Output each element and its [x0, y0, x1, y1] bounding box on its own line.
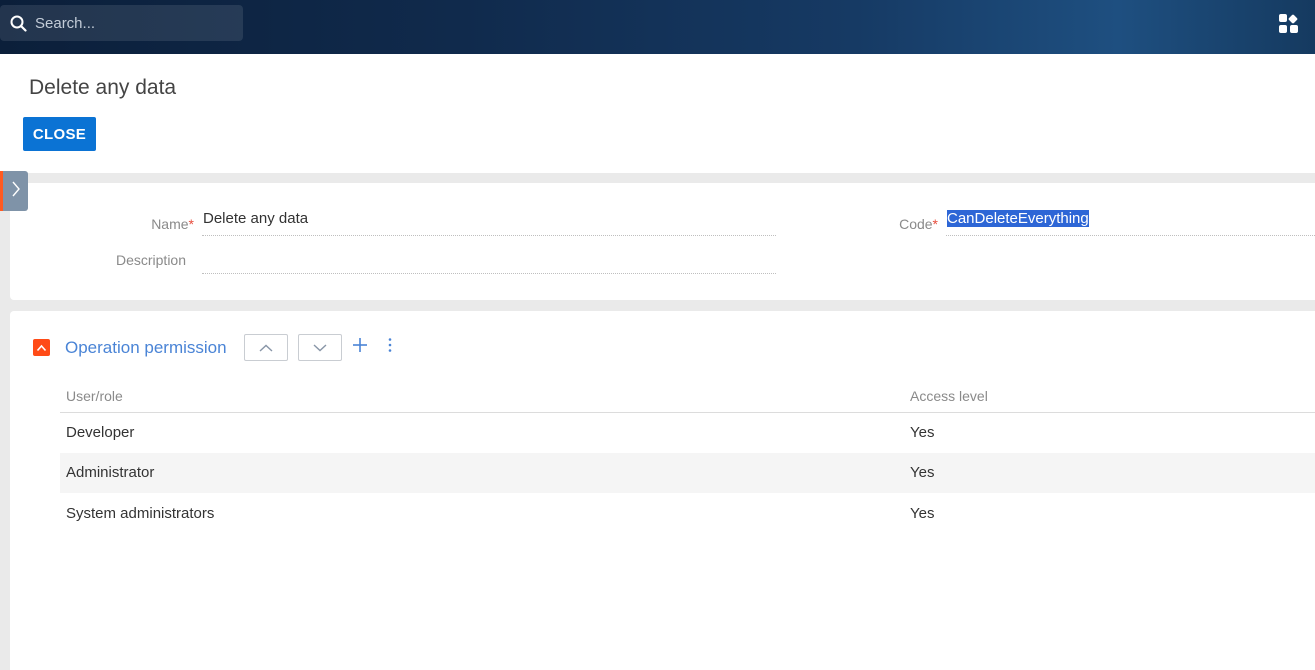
chevron-up-icon	[259, 339, 273, 357]
name-label: Name*	[151, 216, 194, 232]
search-icon	[10, 15, 27, 32]
search-input[interactable]	[35, 14, 225, 32]
cell-user: Developer	[66, 424, 135, 441]
cell-access: Yes	[910, 464, 935, 481]
more-actions-button[interactable]	[384, 337, 396, 358]
name-field[interactable]: Delete any data	[202, 206, 776, 236]
collapse-detail-button[interactable]	[33, 339, 50, 356]
operation-permission-detail: Operation permission User/role Access le…	[10, 311, 1315, 670]
column-access-level[interactable]: Access level	[910, 388, 988, 404]
page-header: Delete any data CLOSE	[0, 54, 1315, 173]
page-title: Delete any data	[29, 76, 177, 99]
table-row[interactable]: System administrators Yes	[60, 494, 1315, 534]
grid-header: User/role Access level	[60, 384, 1315, 413]
main-fields-card: Name* Delete any data Description Code* …	[10, 183, 1315, 300]
detail-title[interactable]: Operation permission	[65, 338, 227, 358]
close-button[interactable]: CLOSE	[23, 117, 96, 151]
column-user-role[interactable]: User/role	[66, 388, 123, 404]
table-row[interactable]: Administrator Yes	[60, 453, 1315, 493]
description-field[interactable]	[202, 244, 776, 274]
code-value: CanDeleteEverything	[947, 210, 1089, 227]
move-up-button[interactable]	[244, 334, 288, 361]
plus-icon	[352, 337, 368, 358]
cell-user: Administrator	[66, 464, 155, 481]
more-vertical-icon	[388, 337, 392, 358]
add-record-button[interactable]	[351, 337, 369, 358]
move-down-button[interactable]	[298, 334, 342, 361]
cell-user: System administrators	[66, 505, 215, 522]
chevron-down-icon	[313, 339, 327, 357]
cell-access: Yes	[910, 505, 935, 522]
description-label: Description	[115, 252, 186, 268]
code-label: Code*	[899, 216, 938, 232]
code-field[interactable]: CanDeleteEverything	[946, 206, 1315, 236]
search-box[interactable]	[0, 5, 243, 41]
side-panel-toggle[interactable]	[0, 171, 28, 211]
apps-icon[interactable]	[1279, 14, 1299, 34]
table-row[interactable]: Developer Yes	[60, 413, 1315, 453]
cell-access: Yes	[910, 424, 935, 441]
chevron-right-icon	[11, 180, 21, 203]
top-bar	[0, 0, 1315, 54]
